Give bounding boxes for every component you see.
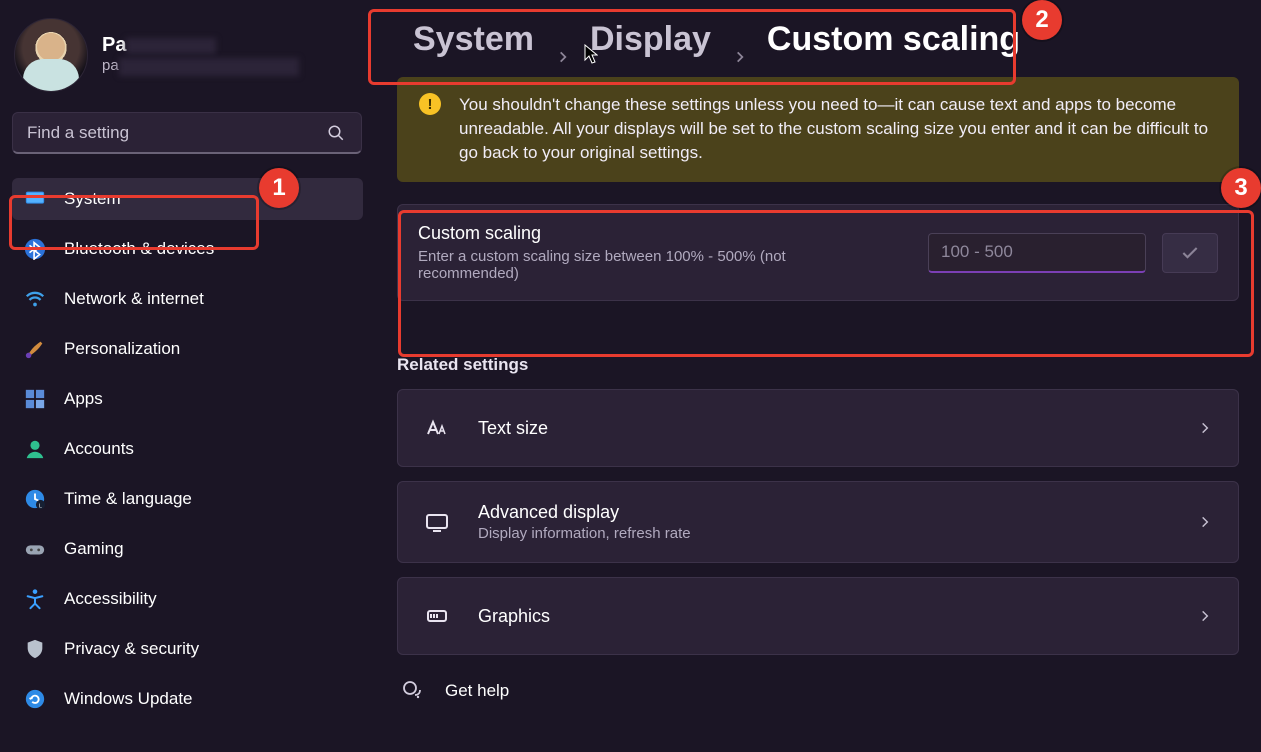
sidebar-item-system[interactable]: System — [12, 178, 363, 220]
related-item-title: Advanced display — [478, 502, 1170, 523]
sidebar-nav: System Bluetooth & devices Network & int… — [12, 178, 363, 720]
chevron-right-icon — [733, 34, 745, 46]
sidebar-item-apps[interactable]: Apps — [12, 378, 363, 420]
gamepad-icon — [24, 538, 46, 560]
warning-icon: ! — [419, 93, 441, 115]
related-advanced-display[interactable]: Advanced display Display information, re… — [397, 481, 1239, 563]
sidebar-item-label: System — [64, 189, 121, 209]
sidebar-item-label: Gaming — [64, 539, 124, 559]
main-content: System Display Custom scaling ! You shou… — [375, 0, 1261, 752]
sidebar-item-time[interactable]: L Time & language — [12, 478, 363, 520]
chevron-right-icon — [1198, 609, 1212, 623]
clock-icon: L — [24, 488, 46, 510]
sidebar-item-label: Accounts — [64, 439, 134, 459]
breadcrumb: System Display Custom scaling — [397, 16, 1239, 67]
scaling-subtitle: Enter a custom scaling size between 100%… — [418, 248, 838, 282]
related-heading: Related settings — [397, 355, 1239, 375]
sidebar-item-label: Time & language — [64, 489, 192, 509]
related-item-title: Graphics — [478, 606, 1170, 627]
get-help-link[interactable]: Get help — [397, 679, 1239, 703]
search-input[interactable] — [12, 112, 362, 154]
sidebar-item-label: Windows Update — [64, 689, 193, 709]
text-size-icon — [424, 415, 450, 441]
sidebar-item-label: Network & internet — [64, 289, 204, 309]
scaling-title: Custom scaling — [418, 223, 912, 244]
sidebar-item-privacy[interactable]: Privacy & security — [12, 628, 363, 670]
sidebar: Pa pa System Bluetooth & devices — [0, 0, 375, 752]
sidebar-item-gaming[interactable]: Gaming — [12, 528, 363, 570]
svg-text:L: L — [39, 503, 42, 509]
monitor-icon — [24, 188, 46, 210]
sidebar-item-accessibility[interactable]: Accessibility — [12, 578, 363, 620]
breadcrumb-system[interactable]: System — [413, 20, 534, 59]
sidebar-item-update[interactable]: Windows Update — [12, 678, 363, 720]
bluetooth-icon — [24, 238, 46, 260]
user-name: Pa — [102, 34, 299, 57]
breadcrumb-display[interactable]: Display — [590, 20, 711, 59]
display-icon — [424, 509, 450, 535]
sidebar-item-label: Apps — [64, 389, 103, 409]
shield-icon — [24, 638, 46, 660]
warning-text: You shouldn't change these settings unle… — [459, 93, 1215, 164]
related-item-title: Text size — [478, 418, 1170, 439]
related-graphics[interactable]: Graphics — [397, 577, 1239, 655]
chevron-right-icon — [1198, 421, 1212, 435]
search-wrap — [12, 112, 363, 154]
sidebar-item-label: Bluetooth & devices — [64, 239, 214, 259]
apply-scaling-button[interactable] — [1162, 233, 1218, 273]
sidebar-item-accounts[interactable]: Accounts — [12, 428, 363, 470]
apps-icon — [24, 388, 46, 410]
sidebar-item-personalization[interactable]: Personalization — [12, 328, 363, 370]
user-email: pa — [102, 57, 299, 75]
user-texts: Pa pa — [102, 34, 299, 75]
sidebar-item-bluetooth[interactable]: Bluetooth & devices — [12, 228, 363, 270]
custom-scaling-input[interactable] — [928, 233, 1146, 273]
related-item-sub: Display information, refresh rate — [478, 525, 1170, 542]
user-block[interactable]: Pa pa — [12, 18, 363, 108]
avatar[interactable] — [14, 18, 88, 92]
person-icon — [24, 438, 46, 460]
brush-icon — [24, 338, 46, 360]
sidebar-item-label: Personalization — [64, 339, 180, 359]
help-label: Get help — [445, 681, 509, 701]
sidebar-item-label: Privacy & security — [64, 639, 199, 659]
graphics-icon — [424, 603, 450, 629]
help-icon — [401, 679, 425, 703]
chevron-right-icon — [1198, 515, 1212, 529]
related-text-size[interactable]: Text size — [397, 389, 1239, 467]
update-icon — [24, 688, 46, 710]
sidebar-item-network[interactable]: Network & internet — [12, 278, 363, 320]
check-icon — [1180, 243, 1200, 263]
warning-card: ! You shouldn't change these settings un… — [397, 77, 1239, 182]
sidebar-item-label: Accessibility — [64, 589, 157, 609]
custom-scaling-card: Custom scaling Enter a custom scaling si… — [397, 204, 1239, 301]
accessibility-icon — [24, 588, 46, 610]
search-icon — [327, 124, 345, 142]
breadcrumb-current: Custom scaling — [767, 20, 1020, 59]
chevron-right-icon — [556, 34, 568, 46]
wifi-icon — [24, 288, 46, 310]
